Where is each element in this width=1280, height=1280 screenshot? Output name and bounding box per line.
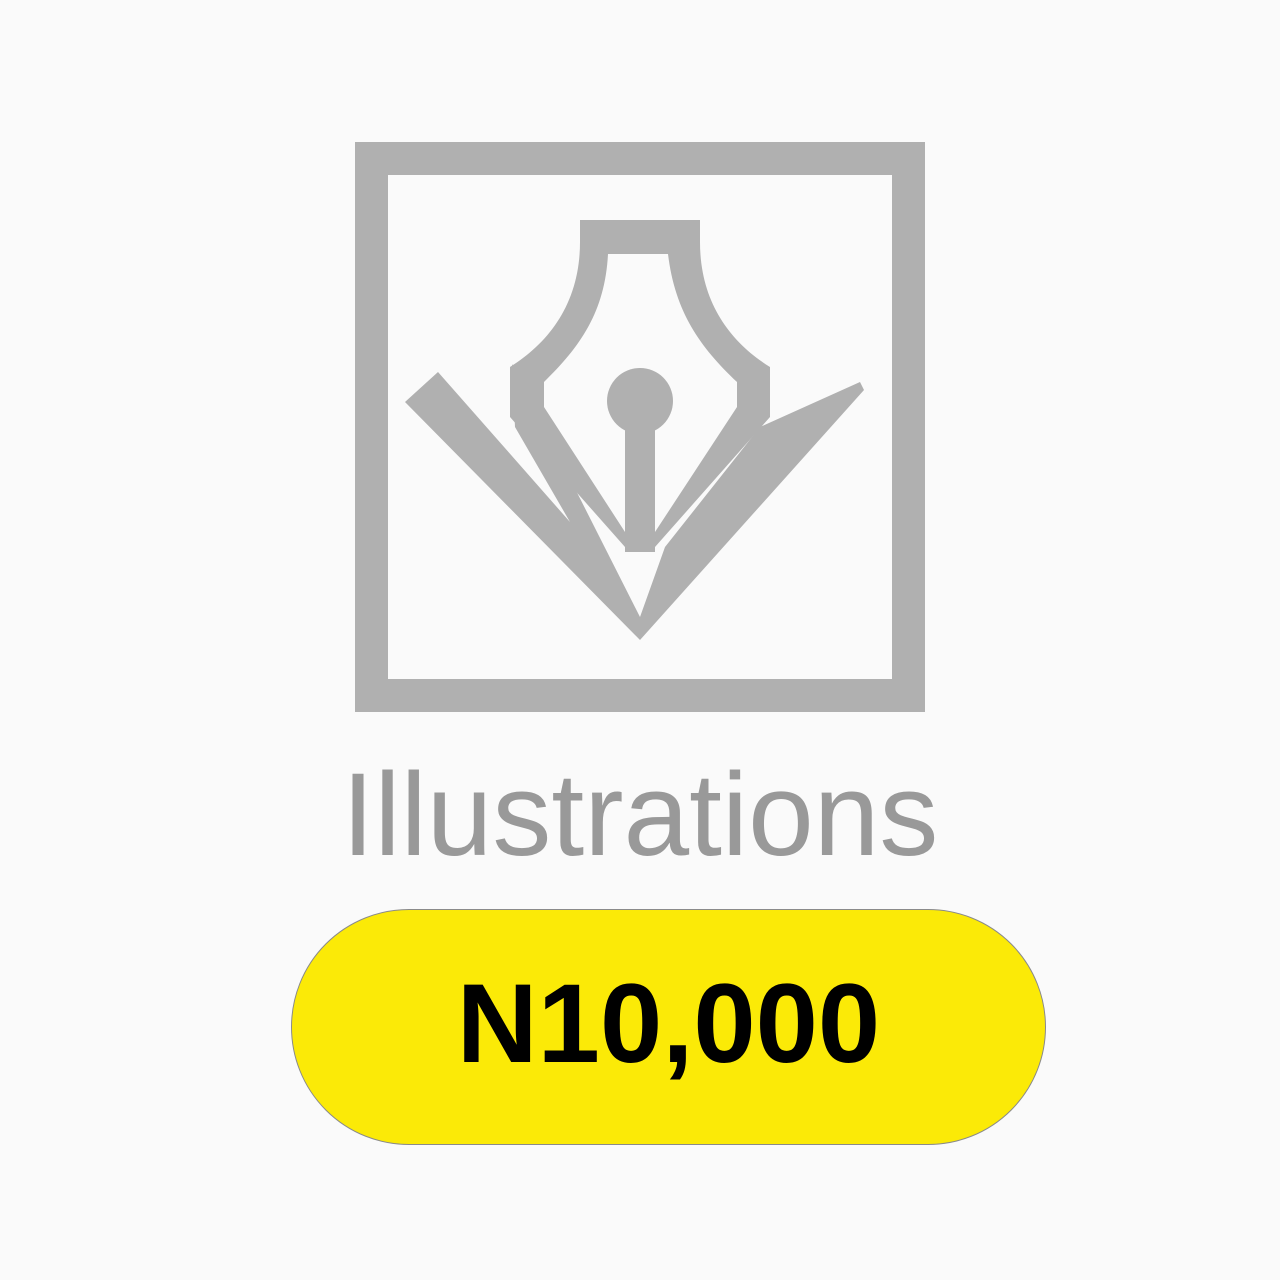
pen-nib-icon	[355, 142, 925, 712]
price-label: N10,000	[456, 961, 881, 1086]
product-title: Illustrations	[341, 749, 939, 881]
price-button[interactable]: N10,000	[291, 909, 1046, 1145]
product-card: Illustrations N10,000	[0, 0, 1280, 1280]
